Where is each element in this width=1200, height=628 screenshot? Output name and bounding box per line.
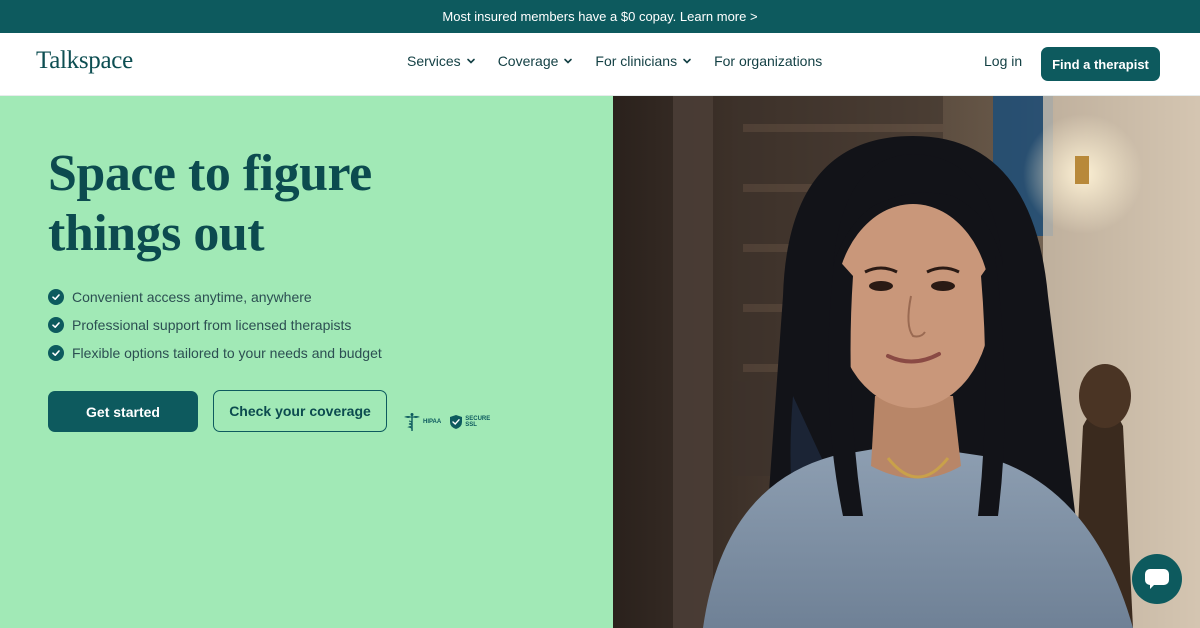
benefit-text: Professional support from licensed thera… bbox=[72, 317, 352, 333]
woman-portrait-image bbox=[613, 96, 1200, 628]
shield-check-icon bbox=[450, 415, 463, 429]
nav-links: Services Coverage For clinicians For org… bbox=[407, 53, 844, 69]
promo-text[interactable]: Most insured members have a $0 copay. Le… bbox=[442, 9, 757, 24]
benefit-text: Convenient access anytime, anywhere bbox=[72, 289, 312, 305]
check-circle-icon bbox=[48, 345, 64, 361]
nav-item-for-organizations[interactable]: For organizations bbox=[714, 53, 822, 69]
chat-button[interactable] bbox=[1132, 554, 1182, 604]
get-started-button[interactable]: Get started bbox=[48, 391, 198, 432]
secure-ssl-badge: SECURE SSL bbox=[449, 414, 490, 430]
benefit-item: Convenient access anytime, anywhere bbox=[48, 283, 382, 311]
chevron-down-icon bbox=[564, 58, 573, 64]
hero-photo bbox=[613, 96, 1200, 628]
headline-line-2: things out bbox=[48, 205, 265, 262]
headline-line-1: Space to figure bbox=[48, 145, 372, 202]
check-circle-icon bbox=[48, 289, 64, 305]
check-circle-icon bbox=[48, 317, 64, 333]
nav-item-services[interactable]: Services bbox=[407, 53, 476, 69]
nav-item-label: For clinicians bbox=[595, 53, 678, 69]
benefit-item: Professional support from licensed thera… bbox=[48, 311, 382, 339]
nav-item-label: For organizations bbox=[714, 53, 823, 69]
login-link[interactable]: Log in bbox=[984, 53, 1022, 69]
benefit-item: Flexible options tailored to your needs … bbox=[48, 339, 382, 367]
nav-item-label: Services bbox=[407, 53, 461, 69]
ssl-label: SSL bbox=[465, 422, 477, 428]
chat-bubble-icon bbox=[1145, 569, 1169, 589]
hero-headline: Space to figure things out bbox=[48, 144, 468, 264]
top-navigation: Talkspace Services Coverage For clinicia… bbox=[0, 33, 1200, 96]
find-therapist-button[interactable]: Find a therapist bbox=[1041, 47, 1160, 81]
nav-item-coverage[interactable]: Coverage bbox=[498, 53, 574, 69]
caduceus-icon bbox=[404, 413, 420, 431]
benefit-text: Flexible options tailored to your needs … bbox=[72, 345, 382, 361]
hipaa-badge: HIPAA bbox=[403, 412, 441, 432]
trust-badges: HIPAA SECURE SSL bbox=[403, 412, 490, 432]
nav-item-label: Coverage bbox=[497, 53, 559, 69]
promo-banner[interactable]: Most insured members have a $0 copay. Le… bbox=[0, 0, 1200, 33]
chevron-down-icon bbox=[683, 58, 691, 64]
talkspace-logo[interactable]: Talkspace bbox=[36, 47, 133, 75]
hipaa-label: HIPAA bbox=[423, 419, 442, 425]
nav-item-for-clinicians[interactable]: For clinicians bbox=[595, 53, 692, 69]
chevron-down-icon bbox=[466, 58, 475, 64]
benefits-list: Convenient access anytime, anywhere Prof… bbox=[48, 283, 382, 367]
check-coverage-button[interactable]: Check your coverage bbox=[213, 390, 387, 432]
